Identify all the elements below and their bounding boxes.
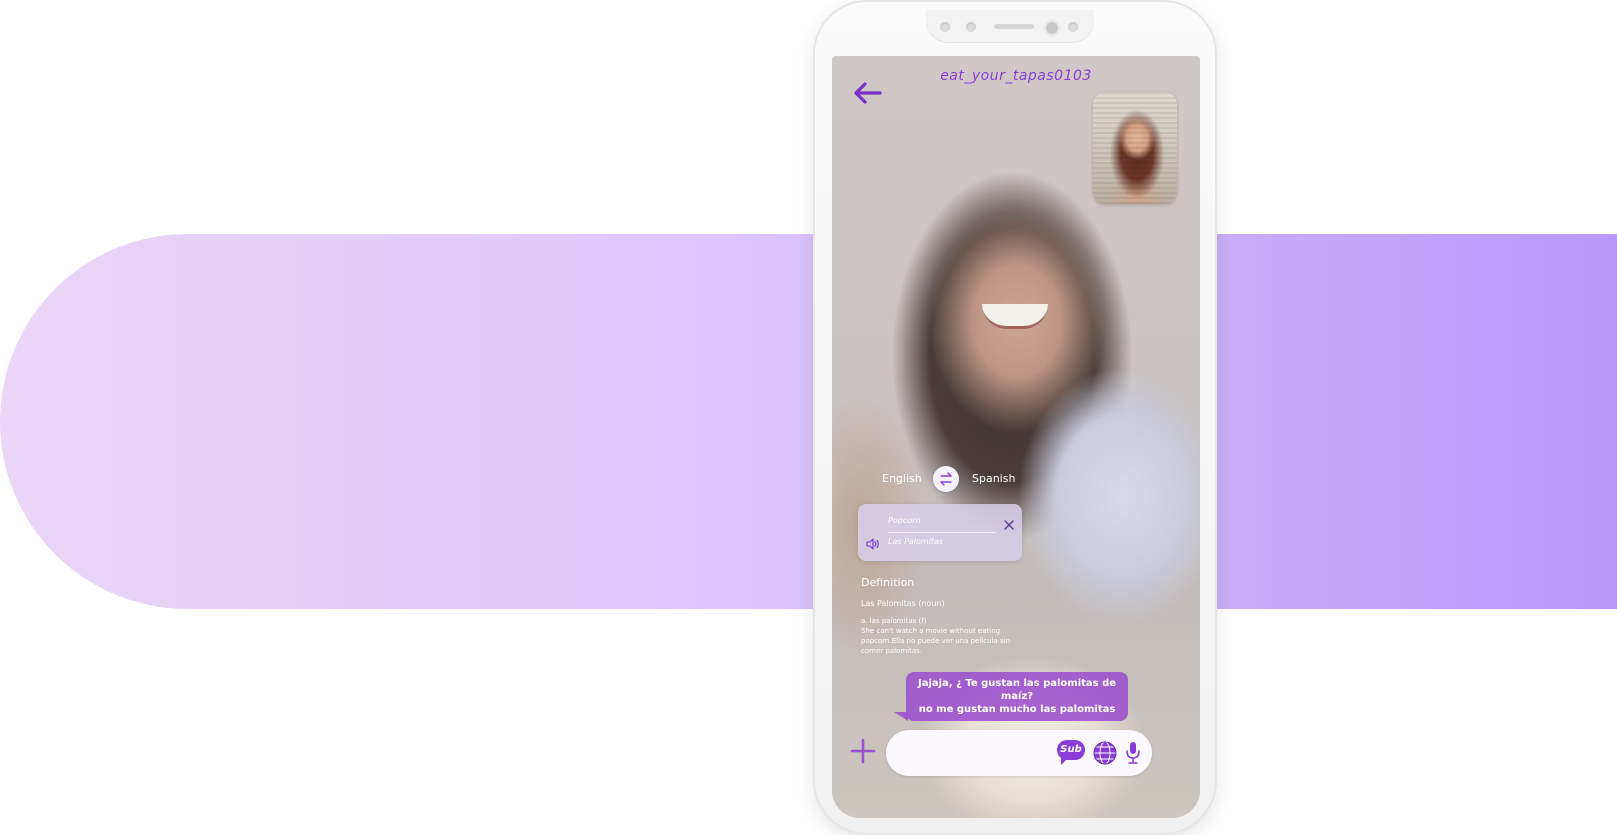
swap-arrows-icon	[940, 472, 952, 486]
pronunciation-button[interactable]	[866, 537, 880, 550]
definition-word: Las Palomitas (noun)	[861, 599, 945, 608]
target-word: Las Palomitas	[888, 537, 944, 546]
message-input[interactable]	[902, 742, 1056, 766]
phone-notch	[926, 10, 1094, 42]
subtitle-bubble: Jajaja, ¿ Te gustan las palomitas de maí…	[906, 672, 1128, 721]
stage: eat_your_tapas0103 English Spanish Popco…	[0, 0, 1617, 835]
message-composer: Sub	[886, 730, 1152, 776]
subtitle-line-1: Jajaja, ¿ Te gustan las palomitas de maí…	[917, 678, 1117, 702]
language-selector: English Spanish	[882, 466, 1022, 492]
definition-example: She can't watch a movie without eating p…	[861, 627, 1011, 655]
earpiece-speaker	[994, 24, 1034, 29]
definition-panel: Definition Las Palomitas (noun) a. las p…	[861, 576, 1031, 656]
add-button[interactable]	[850, 738, 876, 764]
plus-icon	[850, 738, 876, 764]
close-card-button[interactable]	[1003, 518, 1015, 530]
subtitles-button[interactable]: Sub	[1057, 740, 1085, 766]
microphone-button[interactable]	[1124, 740, 1142, 766]
translate-button[interactable]	[1092, 740, 1118, 766]
background-band	[0, 234, 1617, 609]
source-language[interactable]: English	[882, 472, 922, 485]
microphone-icon	[1126, 742, 1140, 764]
sensor-dot	[940, 22, 950, 32]
arrow-left-icon	[854, 82, 882, 104]
front-camera	[1044, 20, 1060, 36]
sensor-dot	[1068, 22, 1078, 32]
translation-card: Popcorn Las Palomitas	[858, 504, 1022, 561]
swap-languages-button[interactable]	[933, 466, 959, 492]
subtitle-line-2: no me gustan mucho las palomitas	[918, 704, 1116, 715]
speaker-icon	[866, 538, 879, 550]
self-view-video[interactable]	[1093, 92, 1177, 204]
sensor-dot	[966, 22, 976, 32]
target-language[interactable]: Spanish	[972, 472, 1015, 485]
back-button[interactable]	[850, 80, 884, 106]
video-call-screen: eat_your_tapas0103 English Spanish Popco…	[832, 56, 1200, 818]
globe-icon	[1093, 741, 1117, 765]
definition-title: Definition	[861, 576, 915, 589]
source-word: Popcorn	[888, 516, 921, 525]
card-divider	[888, 532, 996, 533]
definition-entry: a. las palomitas (f)	[861, 617, 927, 625]
caller-username: eat_your_tapas0103	[940, 68, 1092, 84]
close-icon	[1004, 520, 1014, 530]
